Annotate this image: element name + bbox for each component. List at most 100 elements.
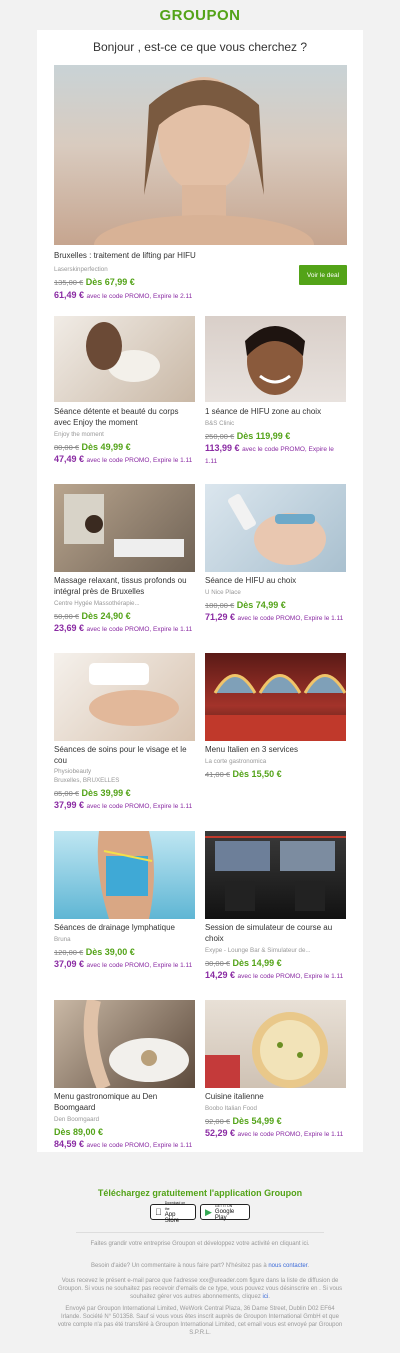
deal-price-0: 80,00 € Dès 49,99 €: [54, 442, 131, 453]
deal-merchant-4: Physiobeauty: [54, 768, 92, 775]
deal-promo-text-2: avec le code PROMO, Expire le 1.11: [86, 626, 193, 633]
deal-title-0[interactable]: Séance détente et beauté du corps avec E…: [54, 406, 195, 428]
apple-icon: : [155, 1207, 162, 1217]
business-text[interactable]: Faites grandir votre entreprise Groupon …: [56, 1240, 344, 1248]
deal-price-9: 92,00 € Dès 54,99 €: [205, 1116, 282, 1127]
deal-title-6[interactable]: Séances de drainage lymphatique: [54, 922, 195, 933]
deal-image-6[interactable]: [54, 831, 195, 919]
deal-image-9[interactable]: [205, 1000, 346, 1088]
deal-price-7: 30,00 € Dès 14,99 €: [205, 958, 282, 969]
deal-promo-7: 14,29 € avec le code PROMO, Expire le 1.…: [205, 970, 346, 982]
deal-image-5[interactable]: [205, 653, 346, 741]
deal-title-7[interactable]: Session de simulateur de course au choix: [205, 922, 346, 944]
hero-image[interactable]: [54, 65, 347, 245]
hero-promo-text: avec le code PROMO, Expire le 2.11: [86, 293, 193, 300]
deal-promo-text-8: avec le code PROMO, Expire le 1.11: [86, 1142, 193, 1149]
hero-promo: 61,49 € avec le code PROMO, Expire le 2.…: [54, 290, 294, 302]
deal-merchant-7: Exype - Lounge Bar & Simulateur de...: [205, 947, 311, 954]
deal-title-8[interactable]: Menu gastronomique au Den Boomgaard: [54, 1091, 195, 1113]
deal-merchant-1: B&S Clinic: [205, 420, 235, 427]
deal-image-0[interactable]: [54, 316, 195, 402]
deal-merchant-3: U Nice Place: [205, 589, 241, 596]
google-play-label: Google Play: [214, 1209, 235, 1221]
woman-portrait-image: [94, 77, 314, 245]
notice-text: Vous recevez le présent e-mail parce que…: [57, 1278, 343, 1300]
deal-old-price-7: 30,00 €: [205, 959, 231, 968]
footer-divider: [76, 1232, 324, 1233]
help-text: Besoin d'aide? Un commentaire à nous fai…: [90, 1263, 310, 1269]
deal-promo-9: 52,29 € avec le code PROMO, Expire le 1.…: [205, 1128, 346, 1140]
google-play-badge[interactable]: ▶ GET IT ON Google Play: [200, 1204, 250, 1221]
hero-new-price: Dès 67,99 €: [85, 277, 135, 287]
deal-old-price-9: 92,00 €: [205, 1117, 231, 1126]
header: GROUPON: [0, 0, 400, 30]
deal-new-price-5: Dès 15,50 €: [232, 769, 282, 779]
manage-subscriptions-link[interactable]: ici: [263, 1294, 269, 1300]
deal-old-price-1: 250,00 €: [205, 432, 235, 441]
deal-title-3[interactable]: Séance de HIFU au choix: [205, 575, 346, 586]
hero-promo-price: 61,49 €: [54, 290, 85, 300]
deal-image-1[interactable]: [205, 316, 346, 402]
deal-title-4[interactable]: Séances de soins pour le visage et le co…: [54, 744, 195, 766]
deal-new-price-0: Dès 49,99 €: [81, 442, 131, 452]
deal-merchant-5: La corte gastronomica: [205, 758, 267, 765]
deal-price-2: 50,00 € Dès 24,90 €: [54, 611, 131, 622]
deal-promo-3: 71,29 € avec le code PROMO, Expire le 1.…: [205, 612, 346, 624]
deal-merchant-9: Boobo Italian Food: [205, 1105, 257, 1112]
deal-promo-0: 47,49 € avec le code PROMO, Expire le 1.…: [54, 454, 195, 466]
deal-promo-price-3: 71,29 €: [205, 612, 236, 622]
deal-image-3[interactable]: [205, 484, 346, 572]
deal-image-8[interactable]: [54, 1000, 195, 1088]
deal-new-price-7: Dès 14,99 €: [232, 958, 282, 968]
deal-old-price-5: 41,00 €: [205, 770, 231, 779]
contact-link[interactable]: nous contacter: [268, 1263, 307, 1269]
deal-image-7[interactable]: [205, 831, 346, 919]
play-icon: ▶: [205, 1206, 212, 1217]
legal-text: Envoyé par Groupon International Limited…: [57, 1306, 343, 1336]
groupon-logo[interactable]: GROUPON: [159, 7, 240, 24]
hero-title[interactable]: Bruxelles : traitement de lifting par HI…: [54, 250, 284, 261]
deal-image-2[interactable]: [54, 484, 195, 572]
deal-promo-price-1: 113,99 €: [205, 443, 240, 453]
deal-price-3: 180,00 € Dès 74,99 €: [205, 600, 286, 611]
deal-promo-price-4: 37,99 €: [54, 800, 85, 810]
hero-price: 135,00 € Dès 67,99 €: [54, 277, 135, 288]
deal-old-price-4: 85,00 €: [54, 789, 80, 798]
deal-new-price-3: Dès 74,99 €: [236, 600, 286, 610]
deal-title-9[interactable]: Cuisine italienne: [205, 1091, 346, 1102]
deal-promo-6: 37,09 € avec le code PROMO, Expire le 1.…: [54, 959, 195, 971]
deal-promo-text-7: avec le code PROMO, Expire le 1.11: [237, 973, 344, 980]
deal-merchant-6: Bruna: [54, 936, 71, 943]
deal-promo-8: 84,59 € avec le code PROMO, Expire le 1.…: [54, 1139, 195, 1151]
subscription-notice: Vous recevez le présent e-mail parce que…: [57, 1278, 343, 1300]
app-store-badge[interactable]:  Download on the App Store: [150, 1201, 196, 1224]
email-card: Bonjour , est-ce ce que vous cherchez ? …: [37, 30, 363, 1152]
deal-title-5[interactable]: Menu Italien en 3 services: [205, 744, 346, 755]
deal-new-price-8: Dès 89,00 €: [54, 1127, 104, 1137]
app-store-label: App Store: [158, 1212, 185, 1224]
deal-merchant-2: Centre Hygée Massothérapie...: [54, 600, 140, 607]
deal-promo-4: 37,99 € avec le code PROMO, Expire le 1.…: [54, 800, 195, 812]
deal-promo-price-0: 47,49 €: [54, 454, 85, 464]
deal-new-price-6: Dès 39,00 €: [85, 947, 135, 957]
deal-old-price-3: 180,00 €: [205, 601, 235, 610]
deal-price-1: 250,00 € Dès 119,99 €: [205, 431, 290, 442]
greeting: Bonjour , est-ce ce que vous cherchez ?: [92, 40, 308, 54]
deal-promo-2: 23,69 € avec le code PROMO, Expire le 1.…: [54, 623, 195, 635]
deal-promo-price-7: 14,29 €: [205, 970, 236, 980]
deal-location-4: Bruxelles, BRUXELLES: [54, 777, 120, 784]
deal-merchant-8: Den Boomgaard: [54, 1116, 100, 1123]
deal-promo-text-6: avec le code PROMO, Expire le 1.11: [86, 962, 193, 969]
deal-promo-price-9: 52,29 €: [205, 1128, 236, 1138]
deal-merchant-0: Enjoy the moment: [54, 431, 104, 438]
deal-new-price-4: Dès 39,99 €: [81, 788, 131, 798]
deal-price-4: 85,00 € Dès 39,99 €: [54, 788, 131, 799]
deal-promo-text-0: avec le code PROMO, Expire le 1.11: [86, 457, 193, 464]
deal-price-8: Dès 89,00 €: [54, 1127, 103, 1138]
deal-promo-text-3: avec le code PROMO, Expire le 1.11: [237, 615, 344, 622]
app-store-small-label: Download on the: [158, 1201, 185, 1211]
voir-le-deal-button[interactable]: Voir le deal: [299, 265, 347, 285]
deal-image-4[interactable]: [54, 653, 195, 741]
deal-title-2[interactable]: Massage relaxant, tissus profonds ou int…: [54, 575, 195, 597]
deal-title-1[interactable]: 1 séance de HIFU zone au choix: [205, 406, 346, 417]
